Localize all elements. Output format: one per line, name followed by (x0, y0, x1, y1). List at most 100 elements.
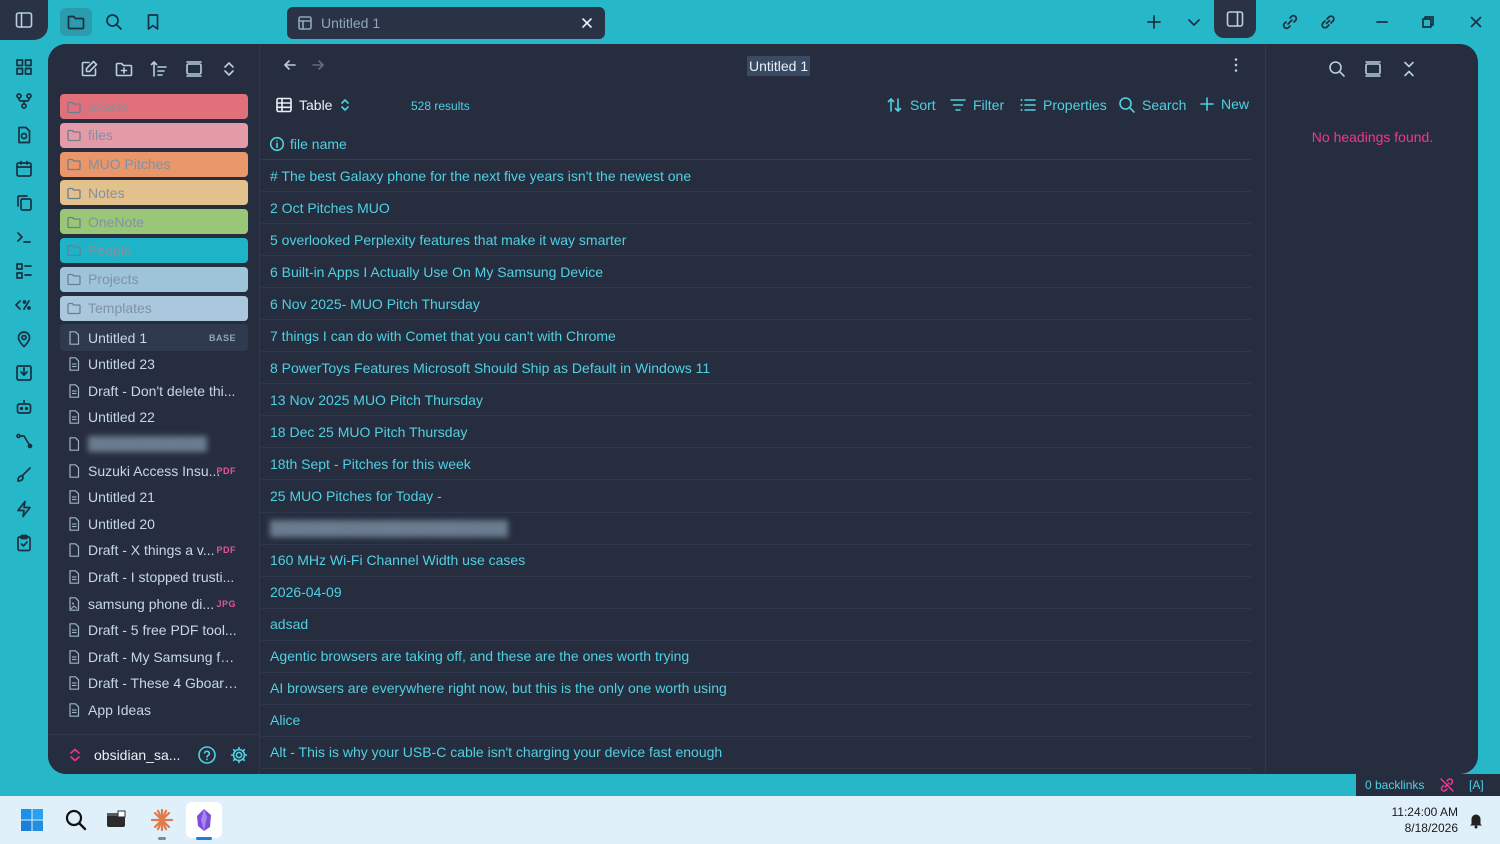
view-switcher[interactable]: Table (275, 96, 352, 114)
ribbon-copy-button[interactable] (12, 191, 36, 215)
file-item[interactable]: Draft - X things a v... PDF (60, 537, 248, 564)
properties-button[interactable]: Properties (1019, 96, 1107, 114)
ribbon-calendar-button[interactable] (12, 157, 36, 181)
file-item[interactable]: Draft - My Samsung fel... (60, 644, 248, 671)
taskbar-terminal-app[interactable] (98, 802, 134, 838)
file-item[interactable]: Draft - Don't delete thi... (60, 378, 248, 405)
sort-button[interactable]: Sort (886, 96, 936, 114)
taskbar-obsidian-app[interactable] (186, 802, 222, 840)
folder-item[interactable]: files (60, 122, 248, 148)
minimize-button[interactable] (1368, 8, 1396, 36)
table-row[interactable]: 6 Nov 2025- MUO Pitch Thursday (261, 288, 1251, 321)
folder-item[interactable]: assets (60, 94, 248, 119)
navigate-forward-button[interactable] (309, 56, 327, 74)
files-view-button[interactable] (60, 8, 92, 36)
outline-reveal-button[interactable] (1360, 56, 1386, 82)
right-sidebar-toggle-button[interactable] (1214, 0, 1256, 38)
file-item[interactable]: App Ideas (60, 697, 248, 724)
file-item[interactable]: Suzuki Access Insu... PDF (60, 457, 248, 484)
column-header-file-name[interactable]: file name (261, 128, 1251, 160)
notifications-button[interactable] (1458, 802, 1494, 838)
ribbon-list-button[interactable] (12, 259, 36, 283)
table-row[interactable]: 5 overlooked Perplexity features that ma… (261, 224, 1251, 257)
vault-switcher[interactable]: obsidian_sa... (48, 734, 260, 774)
folder-item[interactable]: Templates (60, 295, 248, 321)
table-row[interactable]: 25 MUO Pitches for Today - (261, 480, 1251, 513)
ribbon-terminal-button[interactable] (12, 225, 36, 249)
search-button[interactable]: Search (1118, 96, 1186, 114)
taskbar-claude-app[interactable] (144, 802, 180, 840)
table-row[interactable]: Alice (261, 705, 1251, 737)
file-item[interactable]: ████████████ (60, 431, 248, 458)
sort-order-button[interactable] (146, 56, 172, 82)
table-row[interactable]: AI browsers are everywhere right now, bu… (261, 673, 1251, 705)
start-button[interactable] (14, 802, 50, 838)
collapse-all-button[interactable] (216, 56, 242, 82)
auto-reveal-button[interactable] (181, 56, 207, 82)
backlinks-count[interactable]: 0 backlinks (1365, 778, 1439, 792)
table-row[interactable]: 6 Built-in Apps I Actually Use On My Sam… (261, 256, 1251, 289)
file-item[interactable]: Untitled 23 (60, 351, 248, 378)
file-item[interactable]: samsung phone di... JPG (60, 590, 248, 617)
taskbar-search-button[interactable] (58, 802, 94, 838)
bookmarks-view-button[interactable] (139, 8, 167, 36)
folder-item[interactable]: OneNote (60, 209, 248, 235)
ribbon-clipboard-button[interactable] (12, 531, 36, 555)
file-item[interactable]: Untitled 21 (60, 484, 248, 511)
folder-item[interactable]: Notes (60, 180, 248, 206)
file-item[interactable]: Draft - 5 free PDF tool... (60, 617, 248, 644)
table-row[interactable]: 2 Oct Pitches MUO (261, 192, 1251, 225)
editor-mode-indicator[interactable]: [A] (1469, 778, 1484, 792)
file-item[interactable]: Untitled 22 (60, 404, 248, 431)
ribbon-graph-button[interactable] (12, 89, 36, 113)
table-row[interactable]: 7 things I can do with Comet that you ca… (261, 320, 1251, 353)
folder-item[interactable]: Projects (60, 266, 248, 292)
outline-collapse-button[interactable] (1396, 56, 1422, 82)
table-row[interactable]: ████████████████████████ (261, 513, 1251, 545)
close-icon[interactable] (579, 15, 595, 31)
new-button[interactable]: New (1199, 96, 1249, 112)
left-sidebar-toggle-button[interactable] (0, 0, 48, 40)
more-options-button[interactable] (1227, 56, 1245, 74)
restore-button[interactable] (1414, 8, 1442, 36)
ribbon-draw-button[interactable] (12, 463, 36, 487)
file-item[interactable]: Draft - I stopped trusti... (60, 564, 248, 591)
close-window-button[interactable] (1462, 8, 1490, 36)
table-row[interactable]: 2026-04-09 (261, 577, 1251, 609)
tab-list-button[interactable] (1180, 8, 1208, 36)
ribbon-import-button[interactable] (12, 361, 36, 385)
table-row[interactable]: Alt - This is why your USB-C cable isn't… (261, 737, 1251, 769)
navigate-back-button[interactable] (281, 56, 299, 74)
table-row[interactable]: 8 PowerToys Features Microsoft Should Sh… (261, 352, 1251, 385)
help-button[interactable] (197, 745, 217, 765)
note-title[interactable]: Untitled 1 (747, 56, 811, 76)
ribbon-search-file-button[interactable] (12, 123, 36, 147)
table-row[interactable]: # The best Galaxy phone for the next fiv… (261, 160, 1251, 193)
table-row[interactable]: 13 Nov 2025 MUO Pitch Thursday (261, 384, 1251, 417)
ribbon-workflow-button[interactable] (12, 429, 36, 453)
search-view-button[interactable] (100, 8, 128, 36)
file-item[interactable]: Untitled 1 BASE (60, 324, 248, 351)
tab-untitled-1[interactable]: Untitled 1 (287, 7, 605, 39)
ribbon-lightning-button[interactable] (12, 497, 36, 521)
settings-button[interactable] (229, 745, 249, 765)
system-clock[interactable]: 11:24:00 AM 8/18/2026 (1376, 804, 1459, 836)
outline-search-button[interactable] (1324, 56, 1350, 82)
table-row[interactable]: 18th Sept - Pitches for this week (261, 448, 1251, 481)
new-folder-button[interactable] (111, 56, 137, 82)
table-row[interactable]: 18 Dec 25 MUO Pitch Thursday (261, 416, 1251, 449)
table-row[interactable]: 160 MHz Wi-Fi Channel Width use cases (261, 545, 1251, 577)
sync-off-icon[interactable] (1439, 777, 1455, 793)
ribbon-map-button[interactable] (12, 327, 36, 351)
folder-item[interactable]: MUO Pitches (60, 151, 248, 177)
new-tab-button[interactable] (1140, 8, 1168, 36)
folder-item[interactable]: People (60, 237, 248, 263)
filter-button[interactable]: Filter (949, 96, 1004, 114)
ribbon-regex-button[interactable] (12, 293, 36, 317)
ribbon-bot-button[interactable] (12, 395, 36, 419)
link-button[interactable] (1314, 8, 1342, 36)
table-row[interactable]: adsad (261, 609, 1251, 641)
ribbon-dashboard-button[interactable] (12, 55, 36, 79)
table-row[interactable]: Agentic browsers are taking off, and the… (261, 641, 1251, 673)
file-item[interactable]: Untitled 20 (60, 511, 248, 538)
